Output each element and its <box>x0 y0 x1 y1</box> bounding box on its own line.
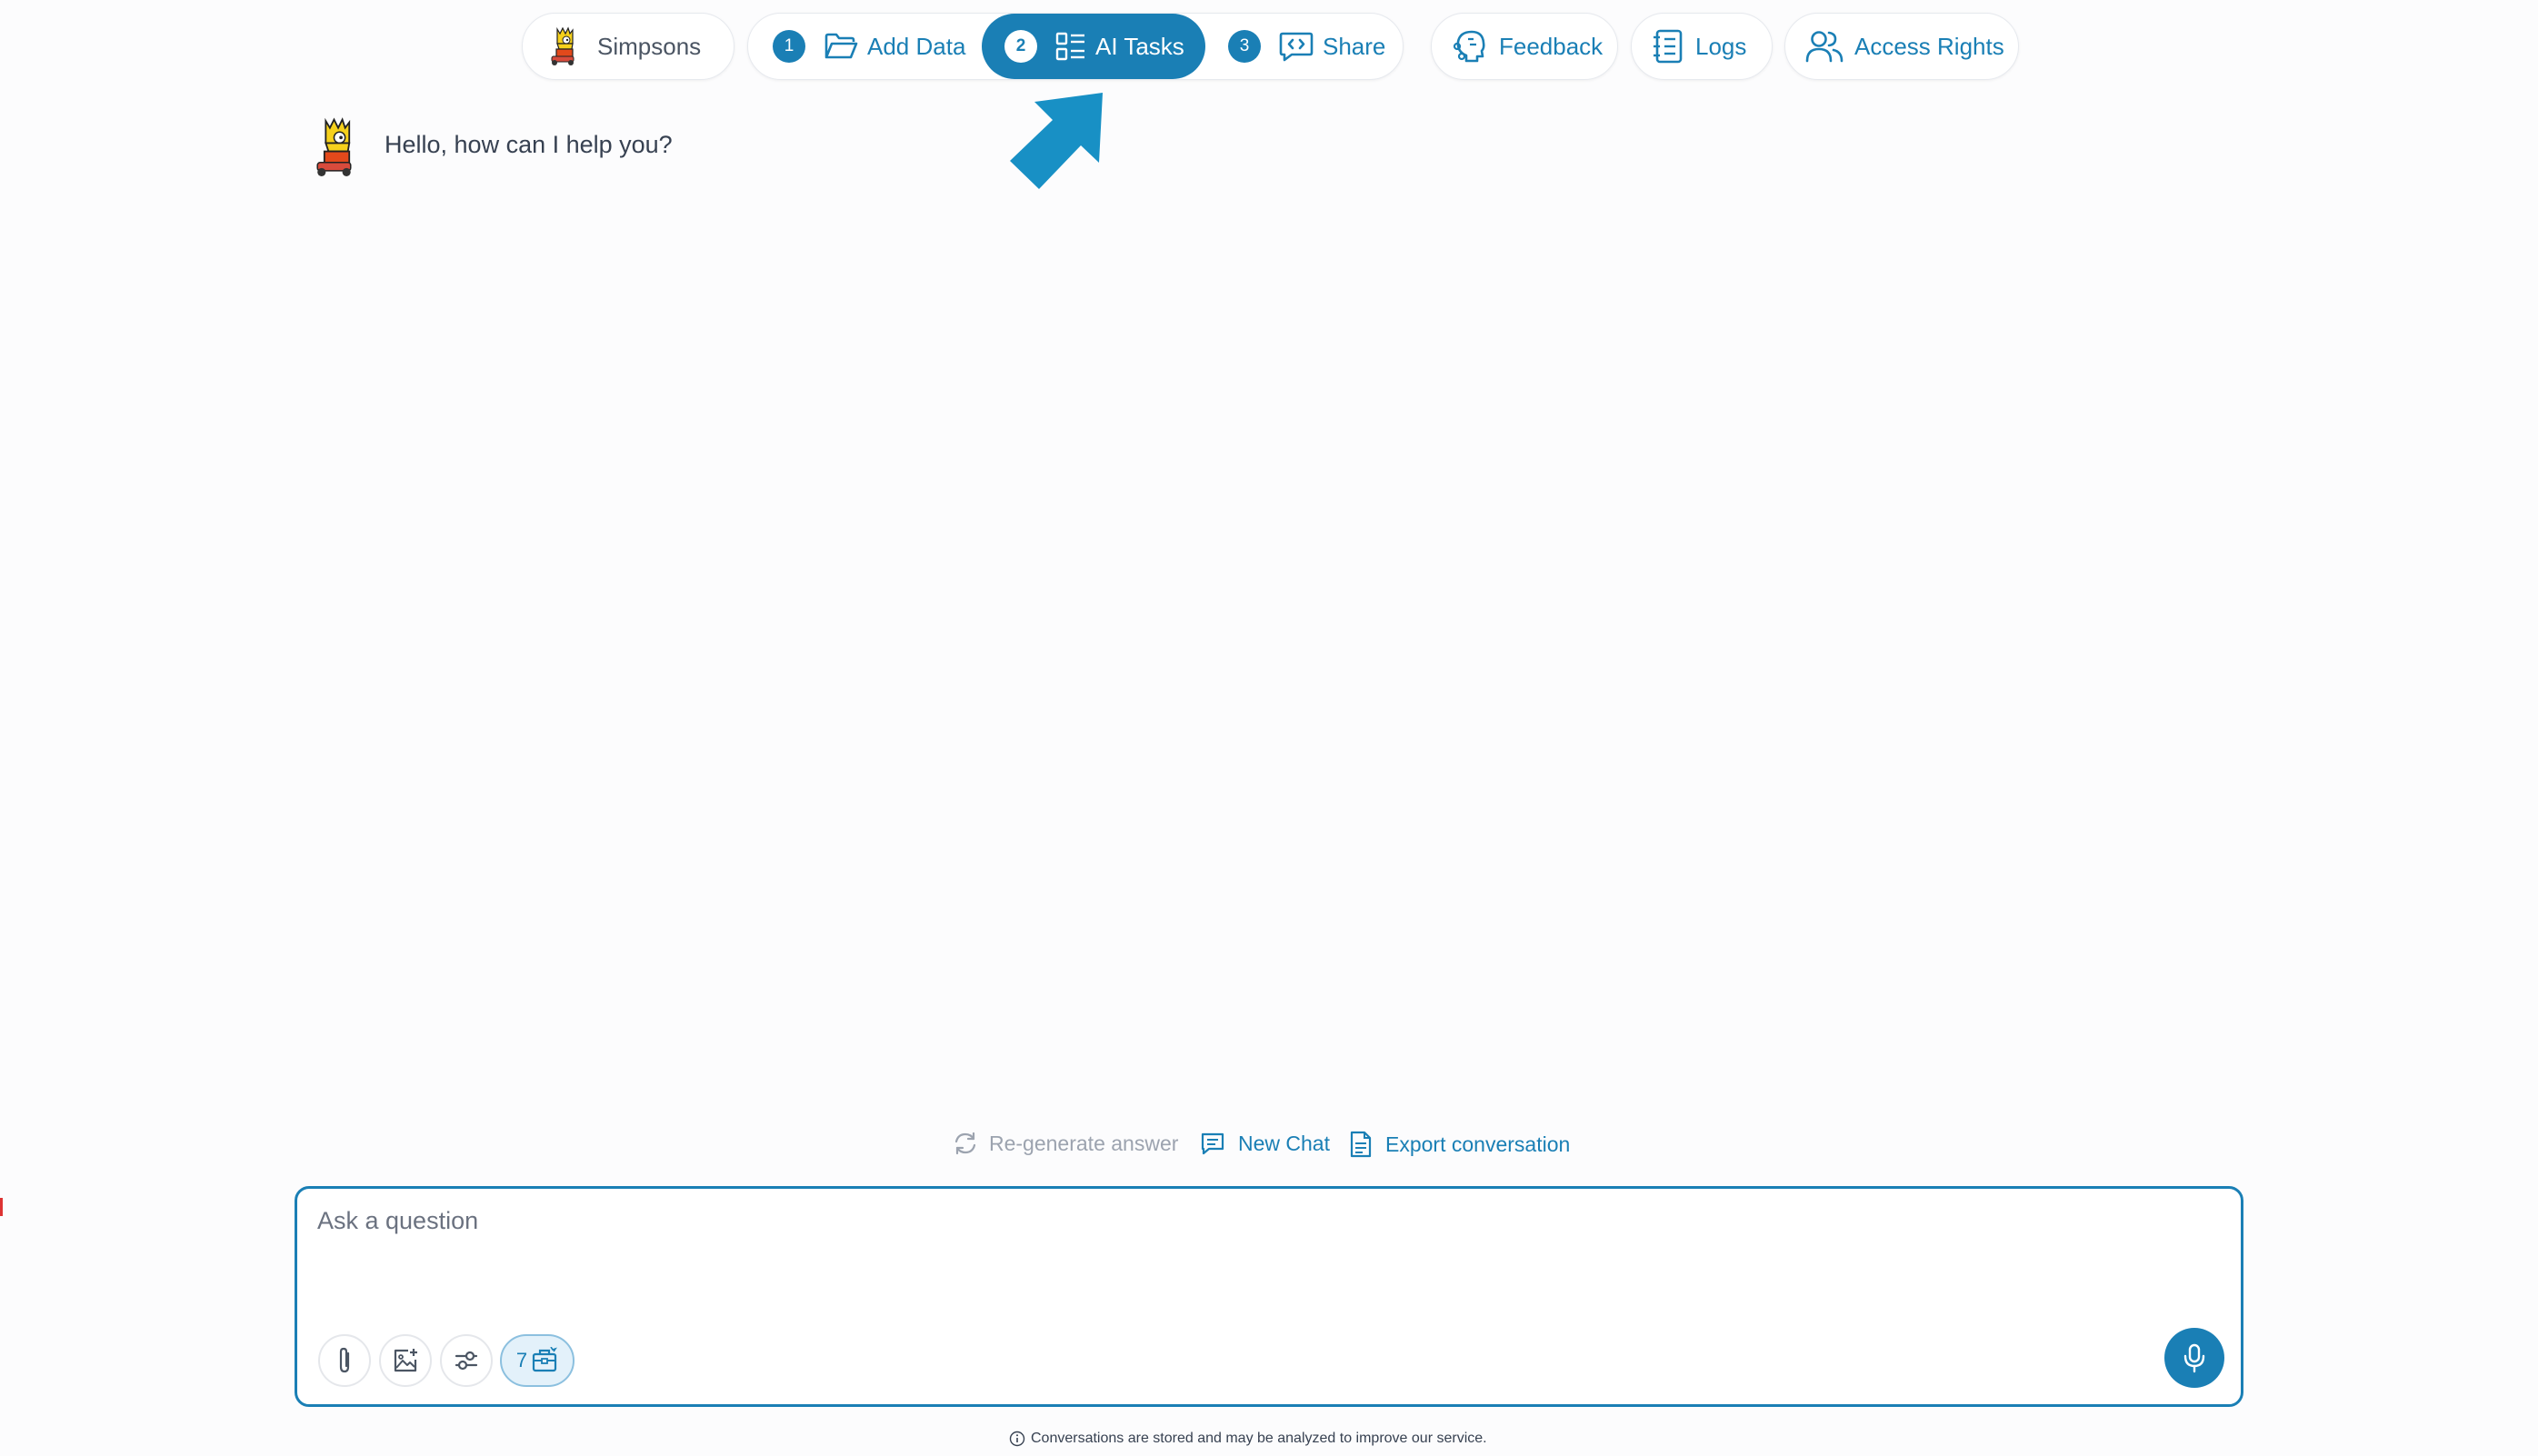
tasks-count: 7 <box>515 1349 528 1371</box>
info-icon <box>1009 1431 1025 1447</box>
logs-button[interactable]: Logs <box>1631 13 1773 80</box>
logs-label: Logs <box>1695 32 1747 60</box>
add-image-button[interactable] <box>379 1334 432 1387</box>
step-label-ai-tasks: AI Tasks <box>1095 32 1184 60</box>
feedback-button[interactable]: Feedback <box>1431 13 1618 80</box>
ai-tasks-button[interactable]: 7 <box>500 1334 575 1387</box>
task-list-icon <box>1055 31 1086 62</box>
step-add-data[interactable]: 1 Add Data <box>773 25 965 67</box>
code-chat-icon <box>1279 30 1314 63</box>
step-ai-tasks[interactable]: 2 AI Tasks <box>1004 25 1184 67</box>
folder-icon <box>824 31 858 62</box>
new-chat-label: New Chat <box>1238 1131 1330 1155</box>
new-chat-button[interactable]: New Chat <box>1200 1131 1330 1156</box>
disclaimer-note: Conversations are stored and may be anal… <box>1009 1431 1487 1447</box>
edge-marker <box>0 1198 3 1216</box>
attach-icon <box>334 1346 355 1375</box>
document-icon <box>1349 1131 1373 1158</box>
workspace-pill[interactable]: Simpsons <box>522 13 734 80</box>
export-conversation-button[interactable]: Export conversation <box>1349 1131 1570 1158</box>
users-icon <box>1805 29 1844 64</box>
regenerate-label: Re-generate answer <box>989 1131 1179 1155</box>
bot-avatar-icon <box>304 115 367 180</box>
feedback-label: Feedback <box>1499 32 1604 60</box>
step-number-1: 1 <box>773 30 805 63</box>
add-image-icon <box>392 1347 419 1374</box>
access-rights-button[interactable]: Access Rights <box>1784 13 2019 80</box>
access-rights-label: Access Rights <box>1854 32 2004 60</box>
step-share[interactable]: 3 Share <box>1228 25 1385 67</box>
settings-sliders-icon <box>454 1348 479 1373</box>
microphone-icon <box>2182 1342 2207 1373</box>
bart-avatar-icon <box>543 25 585 67</box>
task-briefcase-icon <box>531 1347 558 1374</box>
regenerate-button[interactable]: Re-generate answer <box>953 1131 1178 1156</box>
chat-bubble-icon <box>1200 1131 1225 1156</box>
question-composer: 7 <box>295 1186 2243 1407</box>
bot-greeting-message: Hello, how can I help you? <box>385 131 673 158</box>
step-label-share: Share <box>1323 32 1386 60</box>
step-number-3: 3 <box>1228 30 1261 63</box>
microphone-button[interactable] <box>2164 1328 2224 1388</box>
export-conversation-label: Export conversation <box>1385 1132 1571 1156</box>
highlight-arrow-top <box>1010 93 1103 189</box>
attach-button[interactable] <box>318 1334 371 1387</box>
disclaimer-text: Conversations are stored and may be anal… <box>1031 1431 1487 1446</box>
workspace-name: Simpsons <box>597 32 702 60</box>
feedback-brain-icon <box>1452 28 1488 65</box>
refresh-icon <box>953 1131 978 1156</box>
notebook-icon <box>1652 28 1684 65</box>
question-input[interactable] <box>315 1205 1955 1263</box>
settings-button[interactable] <box>440 1334 493 1387</box>
step-number-2: 2 <box>1004 30 1037 63</box>
step-label-add-data: Add Data <box>867 32 966 60</box>
